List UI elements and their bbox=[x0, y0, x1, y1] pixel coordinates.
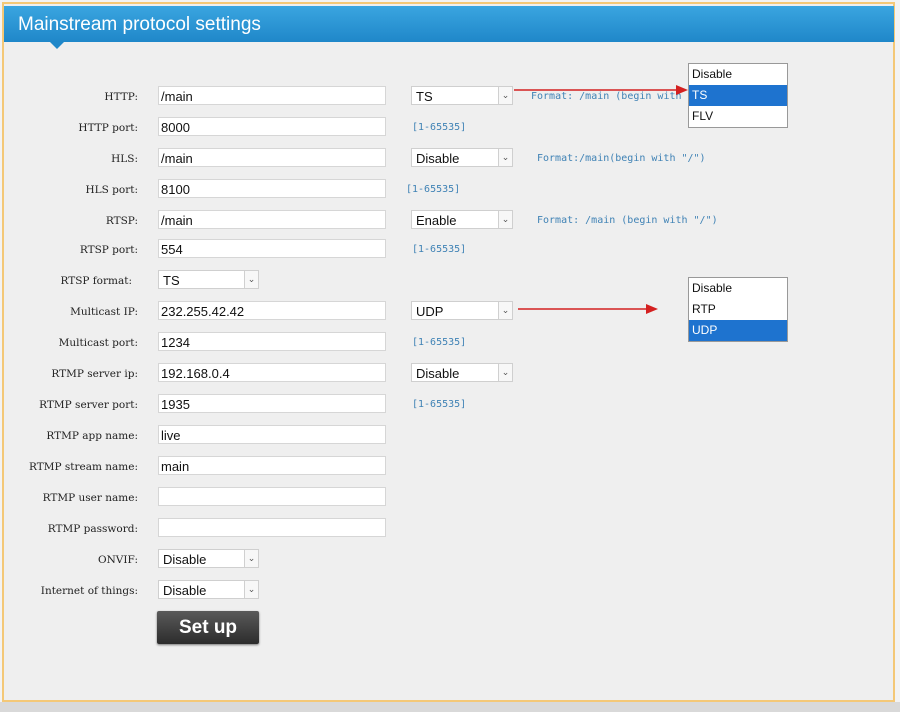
rtmp-user-name-input[interactable] bbox=[158, 487, 386, 506]
dropdown-option-ts[interactable]: TS bbox=[689, 85, 787, 106]
hls-port-hint: [1-65535] bbox=[406, 184, 461, 195]
header-notch bbox=[50, 42, 64, 49]
label-rtsp: RTSP: bbox=[105, 215, 138, 227]
arrow-annotation-http bbox=[514, 85, 688, 95]
http-port-hint: [1-65535] bbox=[412, 122, 467, 133]
chevron-down-icon: ⌄ bbox=[498, 302, 512, 319]
dropdown-option-disable[interactable]: Disable bbox=[689, 278, 787, 299]
rtmp-stream-name-input[interactable]: main bbox=[158, 456, 386, 475]
multicast-port-input[interactable]: 1234 bbox=[158, 332, 386, 351]
label-rtmp-server-ip: RTMP server ip: bbox=[51, 368, 138, 380]
rtsp-format-value: TS bbox=[163, 273, 180, 288]
label-rtmp-server-port: RTMP server port: bbox=[39, 399, 138, 411]
rtsp-enable-value: Enable bbox=[416, 213, 457, 228]
rtmp-port-hint: [1-65535] bbox=[412, 399, 467, 410]
label-rtmp-app-name: RTMP app name: bbox=[46, 430, 138, 442]
page-title: Mainstream protocol settings bbox=[18, 14, 261, 35]
hls-enable-value: Disable bbox=[416, 151, 460, 166]
rtsp-format-select[interactable]: TS ⌄ bbox=[158, 270, 259, 289]
rtmp-server-ip-input[interactable]: 192.168.0.4 bbox=[158, 363, 386, 382]
dropdown-option-rtp[interactable]: RTP bbox=[689, 299, 787, 320]
rtsp-port-hint: [1-65535] bbox=[412, 244, 467, 255]
multicast-ip-input[interactable]: 232.255.42.42 bbox=[158, 301, 386, 320]
rtmp-enable-value: Disable bbox=[416, 366, 460, 381]
dropdown-option-flv[interactable]: FLV bbox=[689, 106, 787, 127]
label-onvif: ONVIF: bbox=[98, 554, 138, 566]
http-port-input[interactable]: 8000 bbox=[158, 117, 386, 136]
rtmp-password-input[interactable] bbox=[158, 518, 386, 537]
chevron-down-icon: ⌄ bbox=[498, 87, 512, 104]
chevron-down-icon: ⌄ bbox=[244, 271, 258, 288]
chevron-down-icon: ⌄ bbox=[498, 211, 512, 228]
chevron-down-icon: ⌄ bbox=[498, 364, 512, 381]
hls-path-input[interactable]: /main bbox=[158, 148, 386, 167]
http-format-dropdown: Disable TS FLV bbox=[688, 63, 788, 128]
chevron-down-icon: ⌄ bbox=[498, 149, 512, 166]
label-rtmp-stream-name: RTMP stream name: bbox=[28, 461, 138, 473]
rtsp-format-hint: Format: /main (begin with "/") bbox=[537, 215, 718, 226]
multicast-protocol-select[interactable]: UDP ⌄ bbox=[411, 301, 513, 320]
http-path-input[interactable]: /main bbox=[158, 86, 386, 105]
label-multicast-ip: Multicast IP: bbox=[70, 306, 138, 318]
iot-select[interactable]: Disable ⌄ bbox=[158, 580, 259, 599]
label-http-port: HTTP port: bbox=[78, 122, 138, 134]
label-rtsp-port: RTSP port: bbox=[79, 244, 138, 256]
hls-port-input[interactable]: 8100 bbox=[158, 179, 386, 198]
label-hls-port: HLS port: bbox=[85, 184, 138, 196]
http-format-select[interactable]: TS ⌄ bbox=[411, 86, 513, 105]
http-format-value: TS bbox=[416, 89, 433, 104]
rtmp-enable-select[interactable]: Disable ⌄ bbox=[411, 363, 513, 382]
rtsp-enable-select[interactable]: Enable ⌄ bbox=[411, 210, 513, 229]
multicast-protocol-dropdown: Disable RTP UDP bbox=[688, 277, 788, 342]
chevron-down-icon: ⌄ bbox=[244, 550, 258, 567]
onvif-value: Disable bbox=[163, 552, 207, 567]
dropdown-option-udp[interactable]: UDP bbox=[689, 320, 787, 341]
rtsp-port-input[interactable]: 554 bbox=[158, 239, 386, 258]
label-rtsp-format: RTSP format: bbox=[60, 275, 132, 287]
header-bar: Mainstream protocol settings bbox=[4, 6, 894, 49]
arrow-annotation-multicast bbox=[518, 304, 658, 314]
rtmp-app-name-input[interactable]: live bbox=[158, 425, 386, 444]
label-rtmp-user-name: RTMP user name: bbox=[42, 492, 138, 504]
setup-button[interactable]: Set up bbox=[157, 611, 259, 644]
rtmp-server-port-input[interactable]: 1935 bbox=[158, 394, 386, 413]
label-http: HTTP: bbox=[104, 91, 138, 103]
hls-format-hint: Format:/main(begin with "/") bbox=[537, 153, 706, 164]
chevron-down-icon: ⌄ bbox=[244, 581, 258, 598]
dropdown-option-disable[interactable]: Disable bbox=[689, 64, 787, 85]
label-iot: Internet of things: bbox=[40, 585, 138, 597]
multicast-port-hint: [1-65535] bbox=[412, 337, 467, 348]
bottom-bar bbox=[0, 702, 900, 712]
label-multicast-port: Multicast port: bbox=[58, 337, 138, 349]
hls-enable-select[interactable]: Disable ⌄ bbox=[411, 148, 513, 167]
onvif-select[interactable]: Disable ⌄ bbox=[158, 549, 259, 568]
rtsp-path-input[interactable]: /main bbox=[158, 210, 386, 229]
label-hls: HLS: bbox=[111, 153, 138, 165]
label-rtmp-password: RTMP password: bbox=[47, 523, 138, 535]
iot-value: Disable bbox=[163, 583, 207, 598]
multicast-protocol-value: UDP bbox=[416, 304, 444, 319]
